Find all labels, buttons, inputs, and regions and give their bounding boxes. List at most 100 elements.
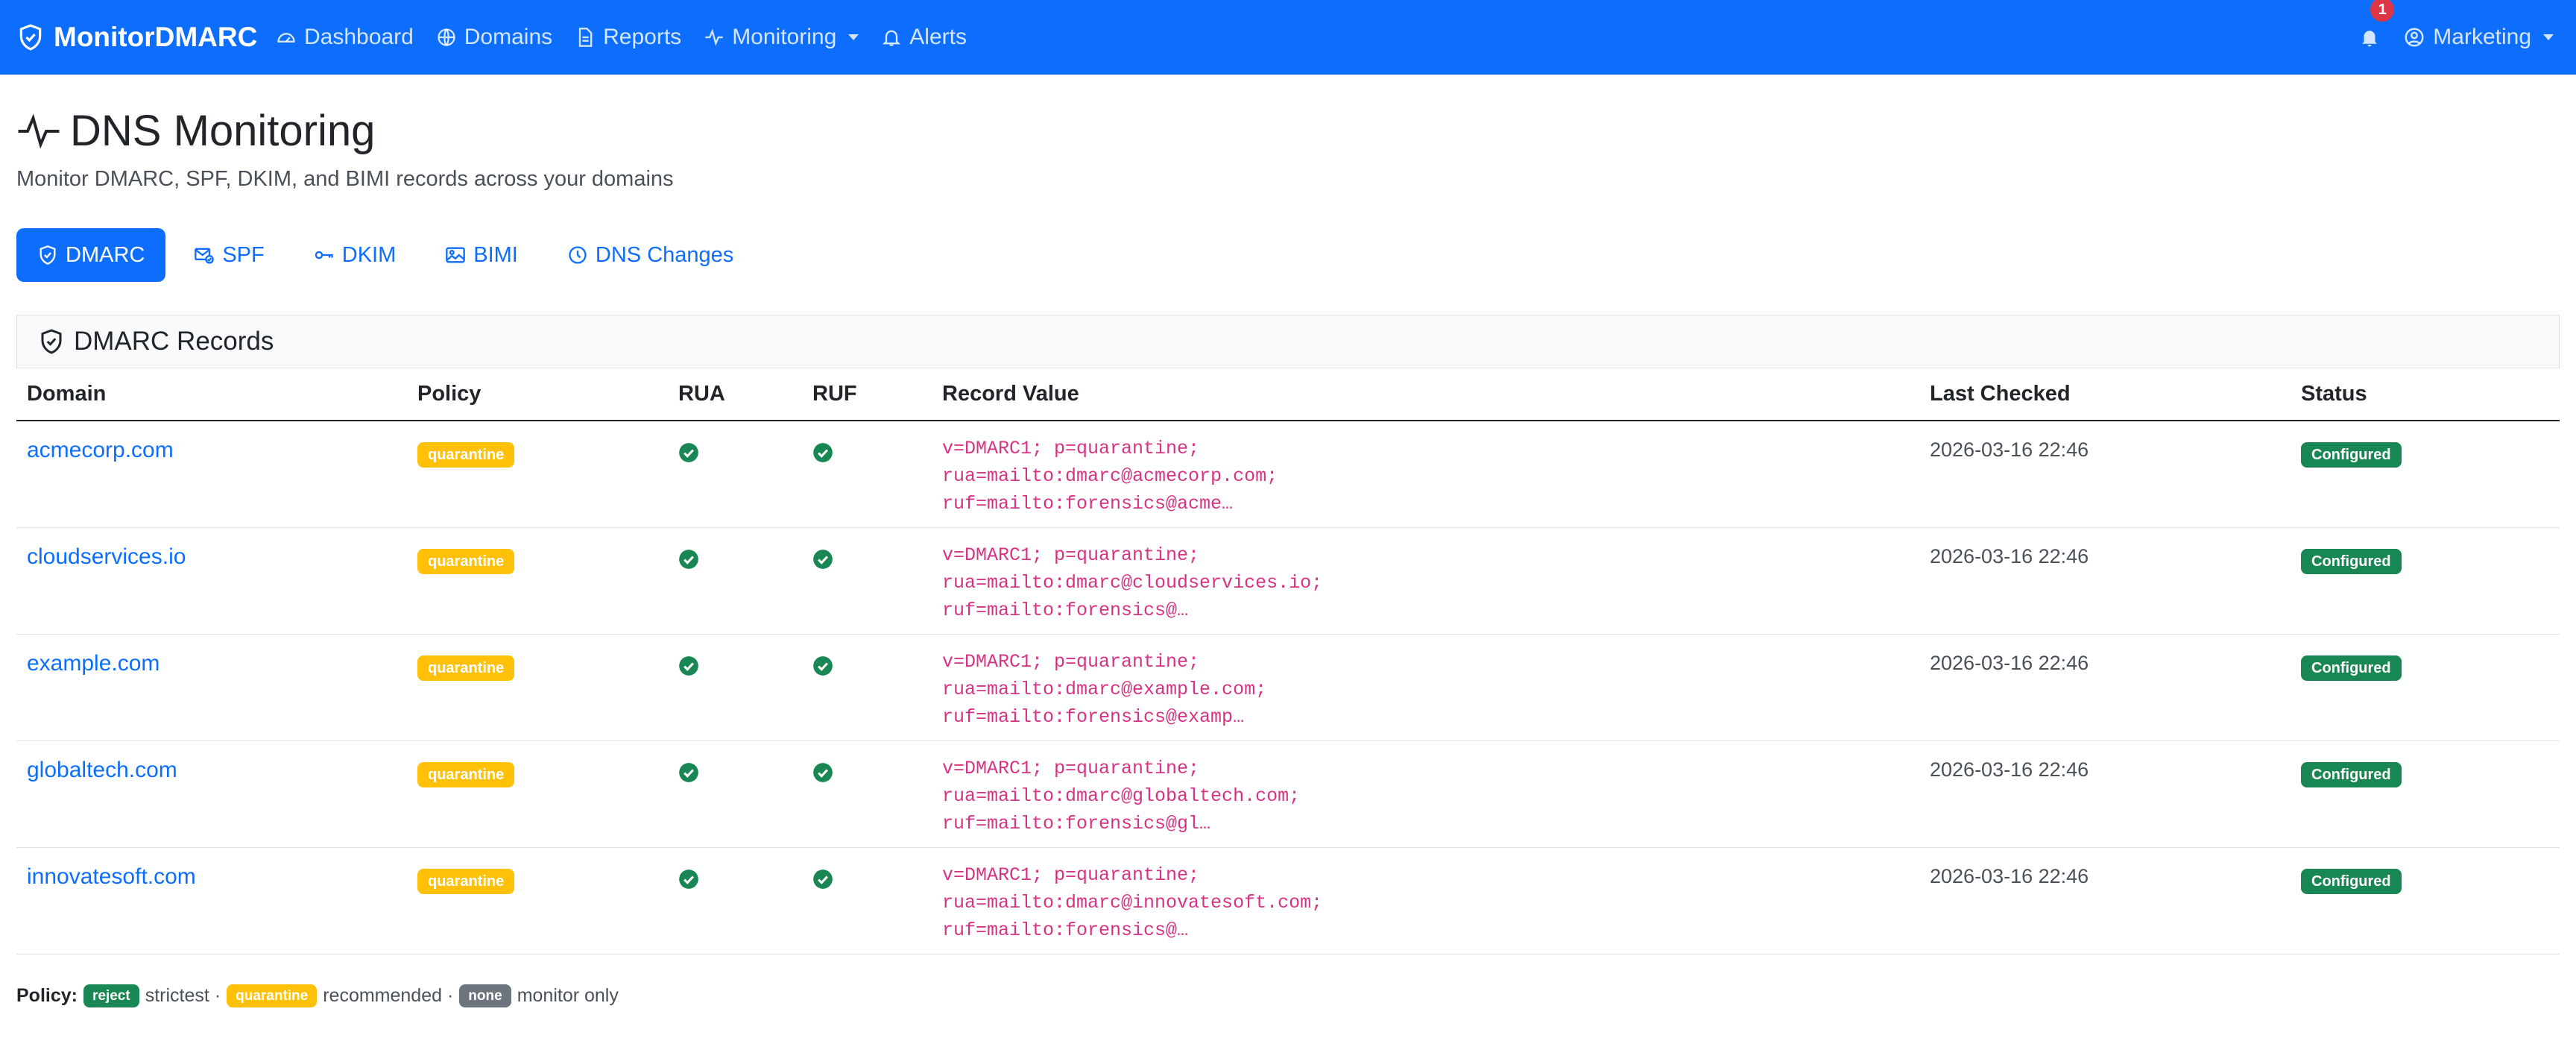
domain-link[interactable]: example.com <box>27 651 160 676</box>
legend-label: Policy: <box>16 985 78 1006</box>
nav-alerts[interactable]: Alerts <box>881 25 967 50</box>
check-circle-icon <box>679 549 698 569</box>
column-header-rua[interactable]: RUA <box>668 368 802 421</box>
user-name: Marketing <box>2433 25 2531 49</box>
check-circle-icon <box>679 869 698 889</box>
bell-icon <box>883 30 901 46</box>
tab-bimi[interactable]: BIMI <box>424 228 539 282</box>
clock-history-icon <box>569 246 587 264</box>
last-checked: 2026-03-16 22:46 <box>1930 758 2089 781</box>
nav-dashboard-label: Dashboard <box>304 25 414 49</box>
status-badge: Configured <box>2301 868 2402 894</box>
column-header-ruf[interactable]: RUF <box>802 368 932 421</box>
shield-check-icon <box>19 24 42 51</box>
policy-badge: quarantine <box>417 868 515 894</box>
record-value: v=DMARC1; p=quarantine; rua=mailto:dmarc@… <box>942 648 1919 731</box>
last-checked: 2026-03-16 22:46 <box>1930 864 2089 887</box>
tab-bimi-label: BIMI <box>473 242 518 267</box>
record-line: v=DMARC1; p=quarantine; <box>942 544 1200 566</box>
tab-spf-label: SPF <box>222 242 265 267</box>
card-header: DMARC Records <box>16 315 2560 368</box>
chevron-down-icon <box>848 34 859 40</box>
activity-icon <box>18 113 60 148</box>
nav-monitoring-label: Monitoring <box>732 25 837 49</box>
legend-badge-none: none <box>459 984 511 1007</box>
check-circle-icon <box>813 655 833 676</box>
policy-badge: quarantine <box>417 655 515 681</box>
person-circle-icon <box>2405 28 2424 47</box>
record-value: v=DMARC1; p=quarantine; rua=mailto:dmarc@… <box>942 435 1919 518</box>
record-line: ruf=mailto:forensics@acme… <box>942 493 1234 515</box>
record-line: v=DMARC1; p=quarantine; <box>942 438 1200 459</box>
legend-text: monitor only <box>517 985 619 1006</box>
policy-badge: quarantine <box>417 442 515 468</box>
legend-badge-reject: reject <box>83 984 139 1007</box>
page-title-text: DNS Monitoring <box>70 107 376 155</box>
table-row: globaltech.com quarantine v=DMARC1; p=qu… <box>16 740 2560 848</box>
nav-domains[interactable]: Domains <box>436 25 552 50</box>
record-value: v=DMARC1; p=quarantine; rua=mailto:dmarc@… <box>942 755 1919 837</box>
column-header-last-checked[interactable]: Last Checked <box>1919 368 2291 421</box>
tab-dmarc-label: DMARC <box>66 242 145 267</box>
tab-dmarc[interactable]: DMARC <box>16 228 166 282</box>
record-line: v=DMARC1; p=quarantine; <box>942 650 1200 673</box>
check-circle-icon <box>679 655 698 676</box>
image-icon <box>446 247 466 263</box>
table-row: acmecorp.com quarantine v=DMARC1; p=quar… <box>16 421 2560 528</box>
record-line: rua=mailto:dmarc@globaltech.com; <box>942 784 1301 807</box>
top-navbar: MonitorDMARC Dashboard Domains Reports M… <box>0 0 2576 75</box>
domain-link[interactable]: cloudservices.io <box>27 544 186 569</box>
column-header-status[interactable]: Status <box>2291 368 2560 421</box>
policy-badge: quarantine <box>417 761 515 787</box>
record-value: v=DMARC1; p=quarantine; rua=mailto:dmarc@… <box>942 541 1919 624</box>
last-checked: 2026-03-16 22:46 <box>1930 651 2089 674</box>
record-value: v=DMARC1; p=quarantine; rua=mailto:dmarc@… <box>942 861 1919 944</box>
shield-icon <box>40 245 56 265</box>
domain-link[interactable]: innovatesoft.com <box>27 864 196 889</box>
column-header-policy[interactable]: Policy <box>407 368 668 421</box>
record-line: rua=mailto:dmarc@acmecorp.com; <box>942 465 1278 487</box>
domain-link[interactable]: globaltech.com <box>27 758 177 782</box>
notifications-button[interactable]: 1 <box>2358 0 2396 48</box>
check-circle-icon <box>813 869 833 889</box>
policy-legend: Policy: reject strictest · quarantine re… <box>16 984 619 1007</box>
nav-domains-label: Domains <box>464 25 553 49</box>
last-checked: 2026-03-16 22:46 <box>1930 544 2089 567</box>
brand-logo[interactable]: MonitorDMARC <box>16 0 257 75</box>
key-icon <box>315 251 333 260</box>
nav-reports[interactable]: Reports <box>575 25 681 50</box>
brand-name: MonitorDMARC <box>54 22 258 52</box>
legend-text: strictest · <box>145 985 221 1006</box>
shield-icon <box>41 329 62 354</box>
chevron-down-icon <box>2543 34 2554 40</box>
check-circle-icon <box>813 443 833 462</box>
record-line: ruf=mailto:forensics@gl… <box>942 812 1211 834</box>
record-line: ruf=mailto:forensics@examp… <box>942 705 1245 728</box>
column-header-domain[interactable]: Domain <box>16 368 407 421</box>
record-type-tabs: DMARC SPF DKIM BIMI DNS Changes <box>16 228 754 282</box>
nav-dashboard[interactable]: Dashboard <box>276 25 414 50</box>
status-badge: Configured <box>2301 548 2402 574</box>
check-circle-icon <box>679 443 698 462</box>
tab-dkim[interactable]: DKIM <box>293 228 417 282</box>
tab-spf[interactable]: SPF <box>173 228 285 282</box>
column-header-record-value[interactable]: Record Value <box>932 368 1919 421</box>
record-line: rua=mailto:dmarc@example.com; <box>942 678 1267 700</box>
file-text-icon <box>578 28 593 47</box>
nav-monitoring-dropdown[interactable]: Monitoring <box>704 25 859 50</box>
globe-icon <box>438 28 455 46</box>
tab-dns-changes[interactable]: DNS Changes <box>546 228 754 282</box>
envelope-check-icon <box>195 248 215 264</box>
bell-icon <box>2362 31 2378 47</box>
user-menu-dropdown[interactable]: Marketing <box>2403 25 2554 50</box>
record-line: v=DMARC1; p=quarantine; <box>942 757 1200 779</box>
domain-link[interactable]: acmecorp.com <box>27 438 174 462</box>
record-line: ruf=mailto:forensics@… <box>942 599 1189 621</box>
table-row: innovatesoft.com quarantine v=DMARC1; p=… <box>16 847 2560 955</box>
check-circle-icon <box>679 762 698 782</box>
dmarc-records-card: DMARC Records Domain Policy RUA RUF Reco… <box>16 315 2560 960</box>
speedometer-icon <box>277 33 295 43</box>
status-badge: Configured <box>2301 442 2402 468</box>
nav-alerts-label: Alerts <box>909 25 967 49</box>
record-line: v=DMARC1; p=quarantine; <box>942 864 1200 886</box>
